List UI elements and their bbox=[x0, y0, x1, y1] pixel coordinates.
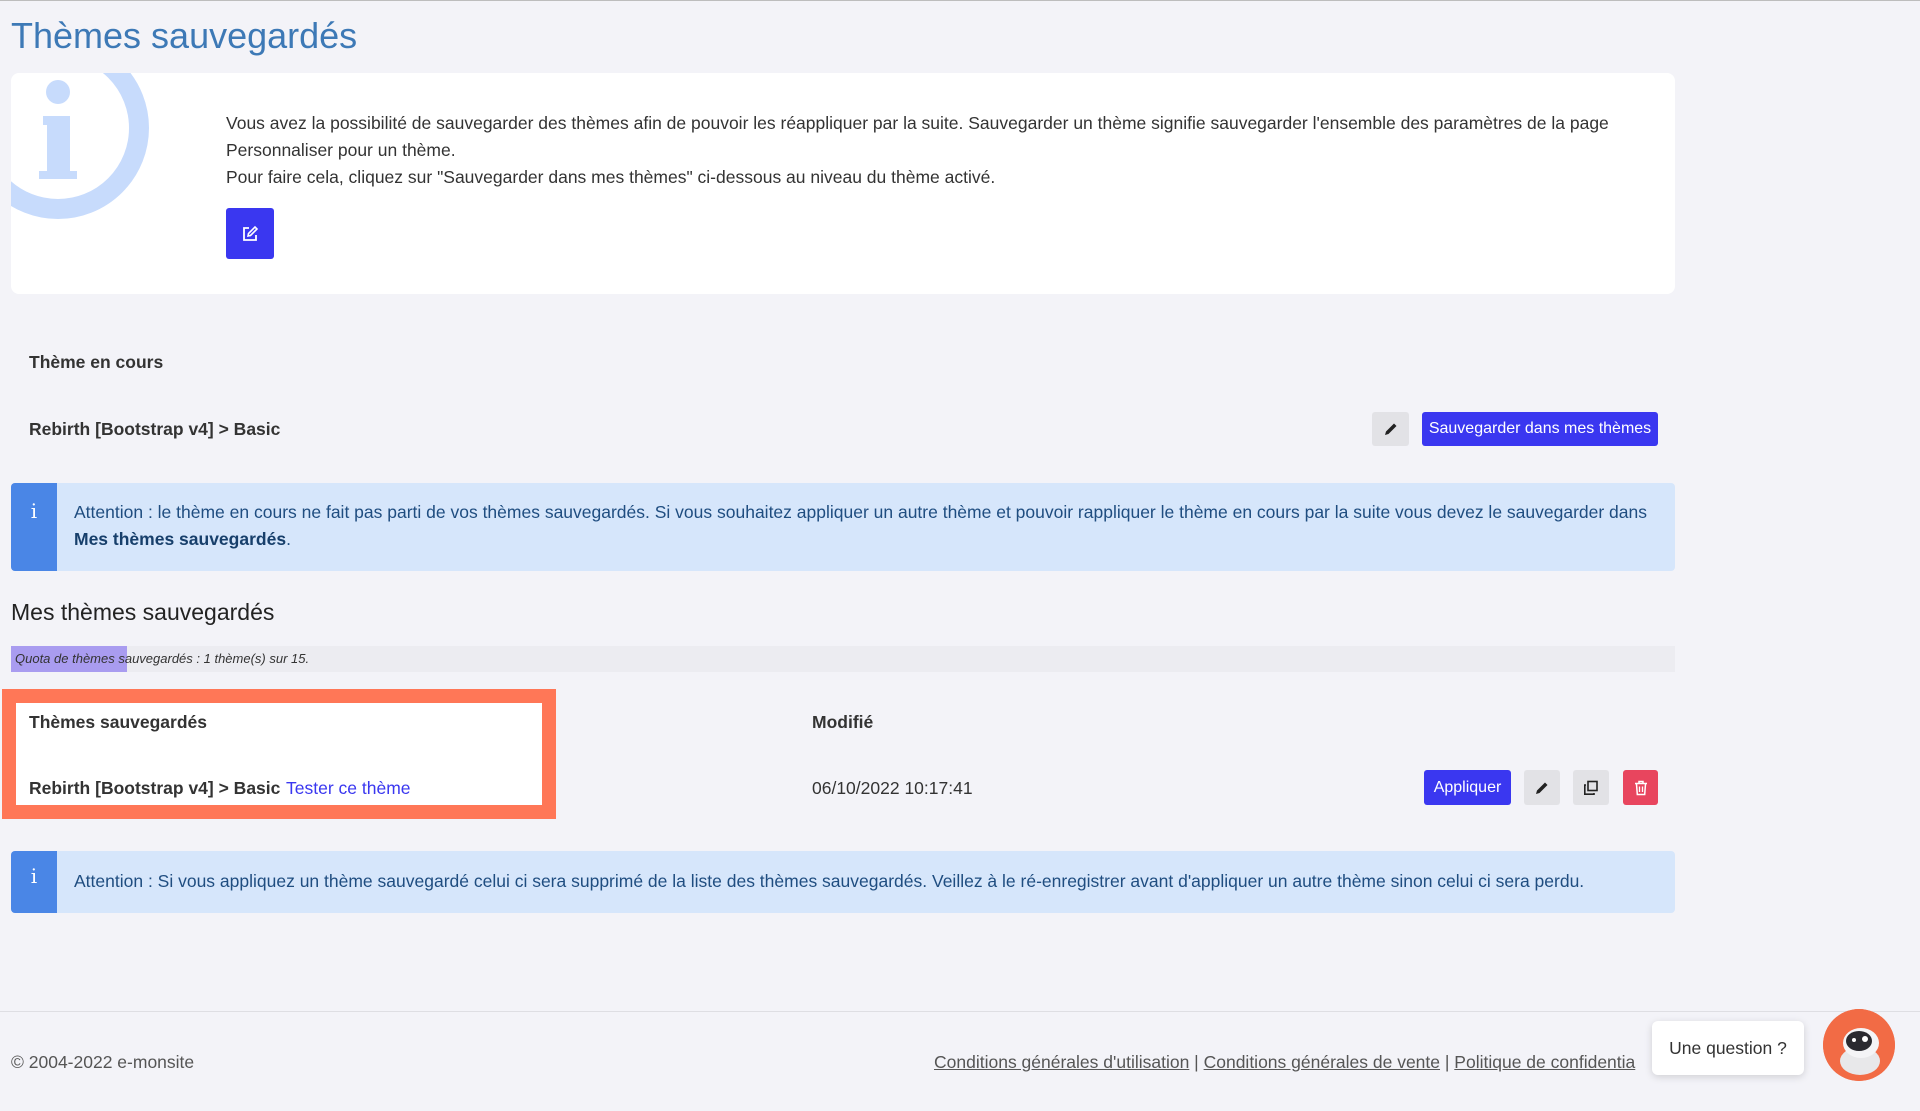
copyright: © 2004-2022 e-monsite bbox=[11, 1052, 195, 1072]
info-icon: i bbox=[11, 483, 57, 571]
chatbot-avatar[interactable] bbox=[1823, 1009, 1895, 1081]
chat-question-bubble[interactable]: Une question ? bbox=[1652, 1021, 1804, 1075]
alert-text-end: . bbox=[286, 529, 291, 549]
edit-square-icon bbox=[243, 225, 259, 241]
current-theme-heading: Thème en cours bbox=[29, 352, 164, 372]
robot-icon bbox=[1823, 1009, 1895, 1081]
alert-text-start: Attention : le thème en cours ne fait pa… bbox=[74, 502, 1648, 522]
apply-button[interactable]: Appliquer bbox=[1424, 770, 1511, 805]
quota-bar: Quota de thèmes sauvegardés : 1 thème(s)… bbox=[11, 646, 1675, 672]
duplicate-theme-button[interactable] bbox=[1573, 770, 1609, 805]
info-icon: i bbox=[11, 851, 57, 913]
info-large-icon bbox=[11, 73, 149, 219]
alert-current-theme: i Attention : le thème en cours ne fait … bbox=[11, 483, 1675, 571]
link-separator: | bbox=[1189, 1052, 1204, 1072]
trash-icon bbox=[1634, 780, 1647, 795]
page-title: Thèmes sauvegardés bbox=[11, 15, 358, 56]
test-theme-link[interactable]: Tester ce thème bbox=[286, 778, 411, 799]
info-card: Vous avez la possibilité de sauvegarder … bbox=[11, 73, 1675, 294]
copy-icon bbox=[1584, 780, 1598, 795]
privacy-policy-link[interactable]: Politique de confidentia bbox=[1454, 1052, 1635, 1072]
pencil-icon bbox=[1536, 782, 1548, 794]
column-header-modified: Modifié bbox=[812, 712, 874, 732]
saved-theme-modified-date: 06/10/2022 10:17:41 bbox=[812, 778, 973, 798]
info-text: Vous avez la possibilité de sauvegarder … bbox=[226, 110, 1626, 191]
column-header-themes: Thèmes sauvegardés bbox=[29, 712, 208, 732]
footer-divider bbox=[0, 1011, 1920, 1012]
terms-of-sale-link[interactable]: Conditions générales de vente bbox=[1204, 1052, 1440, 1072]
alert-strong-text: Mes thèmes sauvegardés bbox=[74, 529, 287, 549]
info-line-1: Vous avez la possibilité de sauvegarder … bbox=[226, 113, 1609, 160]
saved-themes-title: Mes thèmes sauvegardés bbox=[11, 599, 275, 625]
edit-saved-theme-button[interactable] bbox=[1524, 770, 1560, 805]
pencil-icon bbox=[1384, 423, 1396, 435]
alert-current-theme-text: Attention : le thème en cours ne fait pa… bbox=[74, 499, 1654, 553]
alert-apply-warning-text: Attention : Si vous appliquez un thème s… bbox=[74, 871, 1585, 891]
highlight-box bbox=[2, 689, 556, 819]
edit-button[interactable] bbox=[226, 208, 274, 259]
link-separator: | bbox=[1440, 1052, 1455, 1072]
delete-theme-button[interactable] bbox=[1623, 770, 1658, 805]
current-theme-name: Rebirth [Bootstrap v4] > Basic bbox=[29, 419, 281, 439]
quota-text: Quota de thèmes sauvegardés : 1 thème(s)… bbox=[15, 651, 310, 666]
save-to-my-themes-button[interactable]: Sauvegarder dans mes thèmes bbox=[1422, 412, 1658, 446]
saved-theme-name: Rebirth [Bootstrap v4] > Basic bbox=[29, 778, 281, 798]
alert-apply-warning: i Attention : Si vous appliquez un thème… bbox=[11, 851, 1675, 913]
info-line-2: Pour faire cela, cliquez sur "Sauvegarde… bbox=[226, 167, 996, 187]
edit-current-theme-button[interactable] bbox=[1372, 412, 1409, 446]
terms-of-use-link[interactable]: Conditions générales d'utilisation bbox=[934, 1052, 1189, 1072]
footer-links: Conditions générales d'utilisation | Con… bbox=[934, 1052, 1652, 1073]
